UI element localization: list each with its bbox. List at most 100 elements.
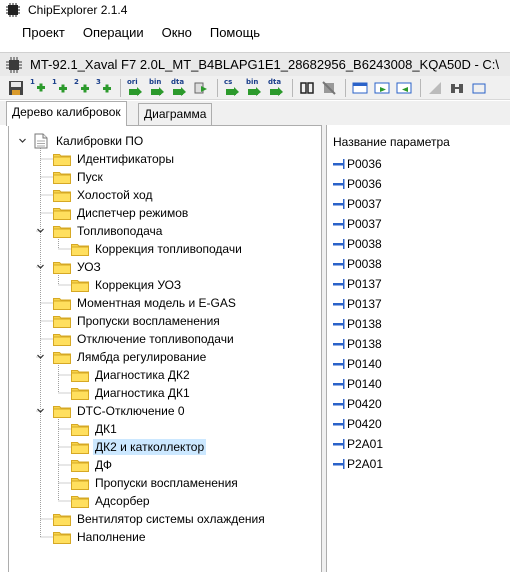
cs-icon[interactable]: cs <box>222 78 242 98</box>
tree-node[interactable]: Наполнение <box>9 528 148 546</box>
folder-icon <box>71 243 89 256</box>
export-icon[interactable] <box>191 78 211 98</box>
menu-operations[interactable]: Операции <box>74 22 153 44</box>
collapse-icon[interactable] <box>36 406 45 415</box>
parameter-row[interactable]: P0037 <box>333 195 382 213</box>
tree-node-label: Диагностика ДК2 <box>95 368 190 382</box>
tree-node-label: ДК2 и катколлектор <box>93 439 207 455</box>
folder-icon <box>53 315 71 328</box>
folder-icon <box>53 351 71 364</box>
parameter-row[interactable]: P2A01 <box>333 435 383 453</box>
parameter-row[interactable]: P2A01 <box>333 455 383 473</box>
tab-diagram[interactable]: Диаграмма <box>138 103 213 125</box>
add-1-icon[interactable]: 1 <box>28 78 48 98</box>
tree-node[interactable]: DTC-Отключение 0 <box>9 402 187 420</box>
toolbar-separator <box>120 78 121 97</box>
parameter-row[interactable]: P0140 <box>333 355 382 373</box>
parameter-row[interactable]: P0138 <box>333 335 382 353</box>
tree-node-label: УОЗ <box>77 260 101 274</box>
tree-node[interactable]: Диспетчер режимов <box>9 204 190 222</box>
chip-icon[interactable] <box>297 78 317 98</box>
tree-node[interactable]: Коррекция топливоподачи <box>9 240 244 258</box>
parameter-row[interactable]: P0137 <box>333 275 382 293</box>
tree-node[interactable]: Коррекция УОЗ <box>9 276 183 294</box>
tree-node[interactable]: Пропуски воспламенения <box>9 312 222 330</box>
tree-node[interactable]: Отключение топливоподачи <box>9 330 236 348</box>
parameter-icon <box>333 398 347 410</box>
add-3-icon[interactable]: 2 <box>72 78 92 98</box>
folder-icon <box>53 171 71 184</box>
tab-calibration-tree[interactable]: Дерево калибровок <box>6 101 127 126</box>
collapse-icon[interactable] <box>18 136 27 145</box>
tree-node[interactable]: Топливоподача <box>9 222 164 240</box>
tree-node-label: DTC-Отключение 0 <box>77 404 185 418</box>
parameter-row[interactable]: P0420 <box>333 395 382 413</box>
parameter-name: P0420 <box>347 397 382 411</box>
parameter-name-header[interactable]: Название параметра <box>333 135 450 149</box>
tree-node[interactable]: Моментная модель и E-GAS <box>9 294 238 312</box>
parameter-row[interactable]: P0037 <box>333 215 382 233</box>
parameters-panel[interactable]: Название параметра P0036 P0036 P0037 P0037 P… <box>326 125 510 572</box>
chip-disabled-icon[interactable] <box>319 78 339 98</box>
tree-node[interactable]: Пропуски воспламенения <box>9 474 240 492</box>
menu-window[interactable]: Окно <box>153 22 201 44</box>
tree-node[interactable]: ДК1 <box>9 420 119 438</box>
menu-bar: Проект Операции Окно Помощь <box>0 22 510 44</box>
tree-node[interactable]: Холостой ход <box>9 186 154 204</box>
parameter-name: P2A01 <box>347 457 384 471</box>
parameter-row[interactable]: P0036 <box>333 175 382 193</box>
parameter-row[interactable]: P0038 <box>333 255 382 273</box>
parameter-row[interactable]: P0036 <box>333 155 382 173</box>
tree-node-label: Пропуски воспламенения <box>77 314 220 328</box>
tree-node[interactable]: Пуск <box>9 168 105 186</box>
parameter-row[interactable]: P0140 <box>333 375 382 393</box>
tree-root[interactable]: Калибровки ПО <box>18 132 145 150</box>
tree-node[interactable]: Диагностика ДК1 <box>9 384 192 402</box>
add-4-icon[interactable]: 3 <box>94 78 114 98</box>
parameter-icon <box>333 238 347 250</box>
tree-node[interactable]: Лямбда регулирование <box>9 348 208 366</box>
dta-icon[interactable]: dta <box>169 78 189 98</box>
bin-2-icon[interactable]: bin <box>244 78 264 98</box>
collapse-icon[interactable] <box>36 226 45 235</box>
tree-node[interactable]: Вентилятор системы охлаждения <box>9 510 267 528</box>
graph-icon[interactable] <box>425 78 445 98</box>
parameter-row[interactable]: P0138 <box>333 315 382 333</box>
parameter-icon <box>333 218 347 230</box>
menu-project[interactable]: Проект <box>0 22 74 44</box>
collapse-icon[interactable] <box>36 352 45 361</box>
tree-node[interactable]: Идентификаторы <box>9 150 176 168</box>
save-icon[interactable] <box>6 78 26 98</box>
collapse-icon[interactable] <box>36 262 45 271</box>
tree-node[interactable]: ДК2 и катколлектор <box>9 438 207 456</box>
toolbar-separator <box>217 78 218 97</box>
parameter-name: P0036 <box>347 177 382 191</box>
window-arrow-left-icon[interactable] <box>394 78 414 98</box>
folder-icon <box>71 387 89 400</box>
dta-2-icon[interactable]: dta <box>266 78 286 98</box>
parameter-row[interactable]: P0038 <box>333 235 382 253</box>
parameter-name: P0140 <box>347 377 382 391</box>
tree-node-label: Отключение топливоподачи <box>77 332 234 346</box>
tree-node[interactable]: Адсорбер <box>9 492 152 510</box>
menu-help[interactable]: Помощь <box>201 22 269 44</box>
parameter-row[interactable]: P0137 <box>333 295 382 313</box>
ori-icon[interactable]: ori <box>125 78 145 98</box>
parameter-row[interactable]: P0420 <box>333 415 382 433</box>
window-arrow-icon[interactable] <box>372 78 392 98</box>
tree-node[interactable]: Диагностика ДК2 <box>9 366 192 384</box>
window-icon[interactable] <box>350 78 370 98</box>
compare-icon[interactable] <box>447 78 467 98</box>
parameter-icon <box>333 318 347 330</box>
tree-node[interactable]: УОЗ <box>9 258 103 276</box>
more-icon[interactable] <box>469 78 489 98</box>
calibration-tree-panel[interactable]: Калибровки ПО Идентификаторы Пуск Холостой… <box>8 125 322 572</box>
folder-icon <box>53 261 71 274</box>
parameter-icon <box>333 338 347 350</box>
tree-node[interactable]: ДФ <box>9 456 114 474</box>
bin-icon[interactable]: bin <box>147 78 167 98</box>
add-2-icon[interactable]: 1 <box>50 78 70 98</box>
parameter-name: P0037 <box>347 197 382 211</box>
parameter-icon <box>333 258 347 270</box>
folder-icon <box>71 441 89 454</box>
